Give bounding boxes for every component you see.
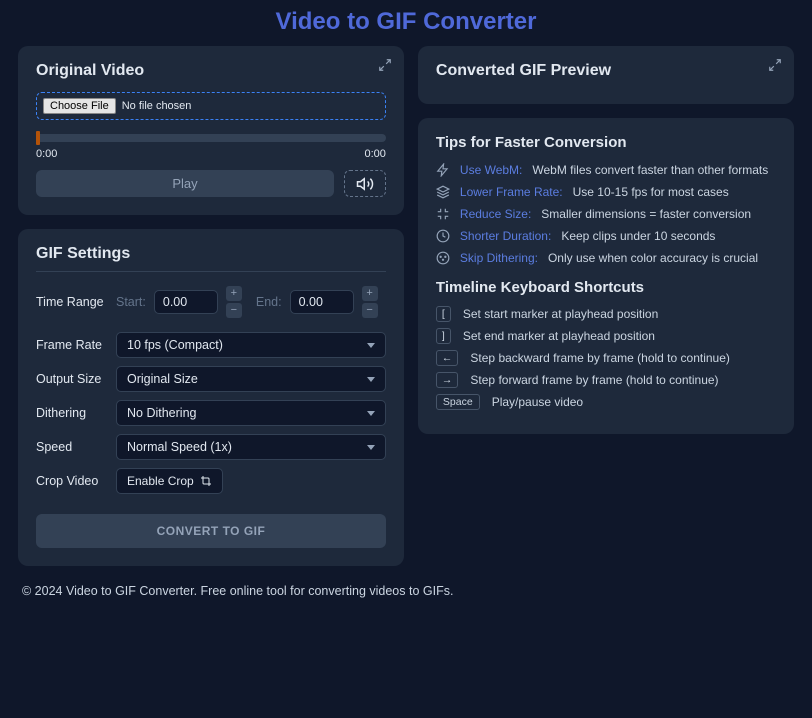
speed-select[interactable]: Normal Speed (1x) bbox=[116, 434, 386, 460]
layers-icon bbox=[436, 185, 450, 199]
end-label: End: bbox=[256, 295, 282, 309]
speed-value: Normal Speed (1x) bbox=[127, 440, 232, 454]
tip-row: Skip Dithering: Only use when color accu… bbox=[436, 251, 776, 265]
palette-icon bbox=[436, 251, 450, 265]
lightning-icon bbox=[436, 163, 450, 177]
shortcut-text: Set start marker at playhead position bbox=[463, 307, 658, 321]
tip-text: Use 10-15 fps for most cases bbox=[573, 185, 729, 199]
original-video-title: Original Video bbox=[36, 62, 386, 80]
tip-row: Shorter Duration: Keep clips under 10 se… bbox=[436, 229, 776, 243]
choose-file-button[interactable]: Choose File bbox=[43, 98, 116, 114]
key-label: ] bbox=[436, 328, 451, 344]
crop-button-label: Enable Crop bbox=[127, 474, 194, 488]
key-label: [ bbox=[436, 306, 451, 322]
frame-rate-value: 10 fps (Compact) bbox=[127, 338, 223, 352]
speed-label: Speed bbox=[36, 440, 116, 454]
output-size-label: Output Size bbox=[36, 372, 116, 386]
clock-icon bbox=[436, 229, 450, 243]
tip-label: Reduce Size: bbox=[460, 207, 531, 221]
dithering-select[interactable]: No Dithering bbox=[116, 400, 386, 426]
chevron-down-icon bbox=[367, 445, 375, 450]
shortcut-text: Set end marker at playhead position bbox=[463, 329, 655, 343]
tip-row: Use WebM: WebM files convert faster than… bbox=[436, 163, 776, 177]
chevron-down-icon bbox=[367, 411, 375, 416]
tips-title: Tips for Faster Conversion bbox=[436, 134, 776, 151]
tip-text: Only use when color accuracy is crucial bbox=[548, 251, 758, 265]
time-start: 0:00 bbox=[36, 148, 57, 160]
shortcut-row: [ Set start marker at playhead position bbox=[436, 306, 776, 322]
original-video-panel: Original Video Choose File No file chose… bbox=[18, 46, 404, 215]
start-decrement-button[interactable]: − bbox=[226, 303, 242, 318]
gif-settings-title: GIF Settings bbox=[36, 245, 386, 272]
frame-rate-label: Frame Rate bbox=[36, 338, 116, 352]
tip-text: Smaller dimensions = faster conversion bbox=[541, 207, 751, 221]
tip-label: Lower Frame Rate: bbox=[460, 185, 563, 199]
gif-settings-panel: GIF Settings Time Range Start: + − End: … bbox=[18, 229, 404, 566]
tip-text: WebM files convert faster than other for… bbox=[532, 163, 768, 177]
timeline-track[interactable] bbox=[36, 134, 386, 142]
chevron-down-icon bbox=[367, 377, 375, 382]
shortcut-row: → Step forward frame by frame (hold to c… bbox=[436, 372, 776, 388]
end-increment-button[interactable]: + bbox=[362, 286, 378, 301]
frame-rate-select[interactable]: 10 fps (Compact) bbox=[116, 332, 386, 358]
tip-text: Keep clips under 10 seconds bbox=[561, 229, 715, 243]
shortcut-text: Play/pause video bbox=[492, 395, 583, 409]
tip-row: Reduce Size: Smaller dimensions = faster… bbox=[436, 207, 776, 221]
enable-crop-button[interactable]: Enable Crop bbox=[116, 468, 223, 494]
minimize-icon bbox=[436, 207, 450, 221]
key-label: ← bbox=[436, 350, 459, 366]
chevron-down-icon bbox=[367, 343, 375, 348]
time-range-label: Time Range bbox=[36, 295, 116, 309]
preview-title: Converted GIF Preview bbox=[436, 62, 776, 80]
play-button[interactable]: Play bbox=[36, 170, 334, 197]
tip-row: Lower Frame Rate: Use 10-15 fps for most… bbox=[436, 185, 776, 199]
tip-label: Shorter Duration: bbox=[460, 229, 551, 243]
key-label: Space bbox=[436, 394, 480, 410]
end-input[interactable] bbox=[290, 290, 354, 314]
start-input[interactable] bbox=[154, 290, 218, 314]
footer-text: © 2024 Video to GIF Converter. Free onli… bbox=[0, 566, 812, 616]
shortcut-row: ← Step backward frame by frame (hold to … bbox=[436, 350, 776, 366]
tip-label: Skip Dithering: bbox=[460, 251, 538, 265]
shortcuts-title: Timeline Keyboard Shortcuts bbox=[436, 279, 776, 296]
output-size-select[interactable]: Original Size bbox=[116, 366, 386, 392]
no-file-label: No file chosen bbox=[122, 100, 192, 112]
file-dropzone[interactable]: Choose File No file chosen bbox=[36, 92, 386, 120]
shortcut-row: Space Play/pause video bbox=[436, 394, 776, 410]
timeline-marker[interactable] bbox=[36, 131, 40, 145]
preview-panel: Converted GIF Preview bbox=[418, 46, 794, 104]
shortcut-row: ] Set end marker at playhead position bbox=[436, 328, 776, 344]
shortcut-text: Step backward frame by frame (hold to co… bbox=[470, 351, 729, 365]
time-end: 0:00 bbox=[365, 148, 386, 160]
crop-label: Crop Video bbox=[36, 474, 116, 488]
shortcut-text: Step forward frame by frame (hold to con… bbox=[470, 373, 718, 387]
key-label: → bbox=[436, 372, 459, 388]
dithering-label: Dithering bbox=[36, 406, 116, 420]
crop-icon bbox=[200, 475, 212, 487]
tips-panel: Tips for Faster Conversion Use WebM: Web… bbox=[418, 118, 794, 434]
output-size-value: Original Size bbox=[127, 372, 198, 386]
volume-button[interactable] bbox=[344, 170, 386, 197]
dithering-value: No Dithering bbox=[127, 406, 196, 420]
convert-button[interactable]: CONVERT TO GIF bbox=[36, 514, 386, 548]
end-decrement-button[interactable]: − bbox=[362, 303, 378, 318]
tip-label: Use WebM: bbox=[460, 163, 522, 177]
start-label: Start: bbox=[116, 295, 146, 309]
page-title: Video to GIF Converter bbox=[0, 0, 812, 46]
expand-icon[interactable] bbox=[768, 58, 782, 72]
start-increment-button[interactable]: + bbox=[226, 286, 242, 301]
expand-icon[interactable] bbox=[378, 58, 392, 72]
